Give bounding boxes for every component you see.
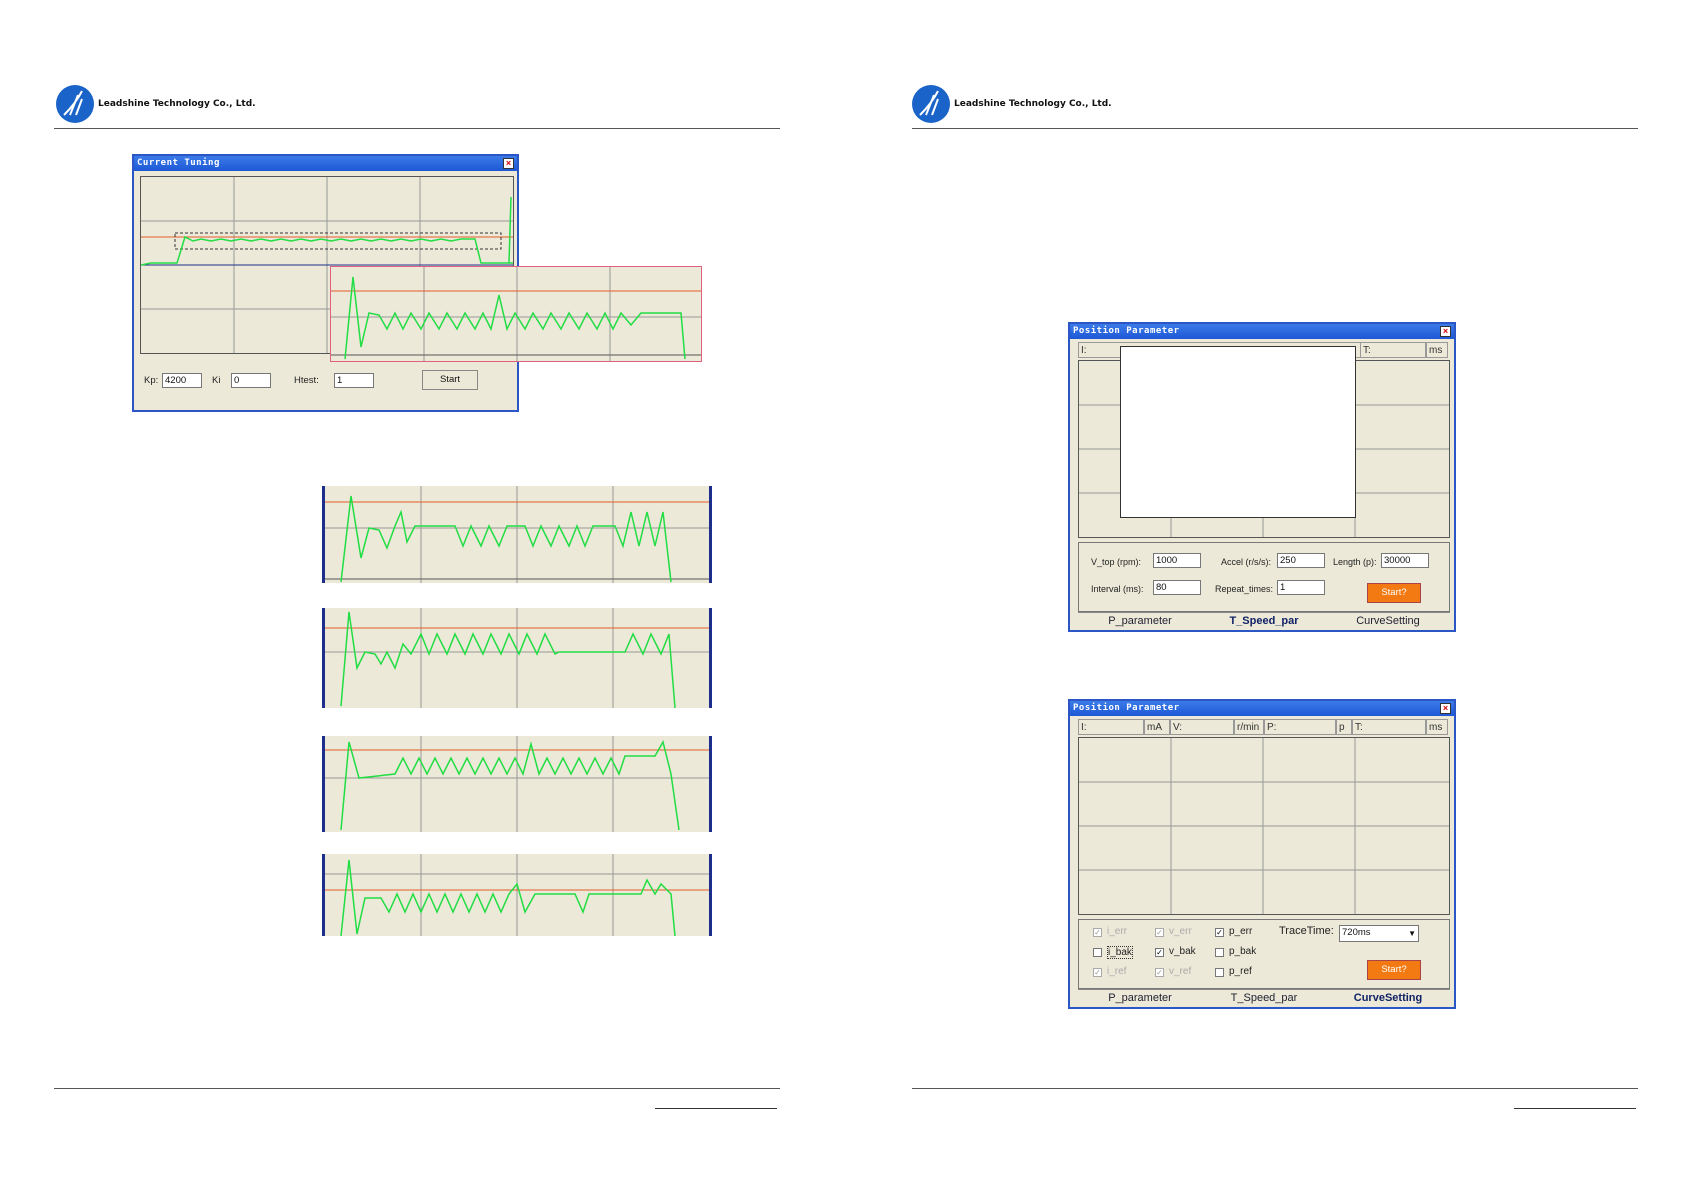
length-input[interactable]: 30000 [1381,553,1429,568]
check-i-ref[interactable]: ✓ [1093,968,1102,977]
start-button[interactable]: Start? [1367,583,1421,603]
close-icon[interactable]: × [1440,326,1451,337]
interval-input[interactable]: 80 [1153,580,1201,595]
label-i-bak: i_bak [1107,946,1133,959]
window-title: Position Parameter [1070,324,1454,339]
check-v-bak[interactable]: ✓ [1155,948,1164,957]
label-i-err: i_err [1107,926,1128,937]
length-label: Length (p): [1333,557,1377,567]
close-icon[interactable]: × [1440,703,1451,714]
readout-header: I: mA V: r/min P: p T: ms [1078,719,1448,737]
company-name: Leadshine Technology Co., Ltd. [98,99,256,109]
repeat-label: Repeat_times: [1215,584,1274,594]
leadshine-logo-icon [56,85,94,123]
check-p-ref[interactable] [1215,968,1224,977]
zoom-plot-svg [331,267,701,361]
readout-rmin: r/min [1234,719,1264,735]
readout-ma: mA [1144,719,1170,735]
close-icon[interactable]: × [503,158,514,169]
window-title: Position Parameter [1070,701,1454,716]
leadshine-logo-icon [912,85,950,123]
header-rule [54,128,780,129]
accel-input[interactable]: 250 [1277,553,1325,568]
tab-p-parameter[interactable]: P_parameter [1078,612,1202,628]
readout-t: T: [1352,719,1426,735]
curve-setting-panel: ✓ i_err ✓ v_err ✓ p_err TraceTime: 720ms… [1078,919,1450,989]
check-p-err[interactable]: ✓ [1215,928,1224,937]
ki-label: Ki [212,375,221,386]
position-parameter-window-2: Position Parameter × I: mA V: r/min P: p… [1068,699,1456,1009]
accel-label: Accel (r/s/s): [1221,557,1272,567]
readout-i: I: [1078,719,1144,735]
tab-curve-setting[interactable]: CurveSetting [1326,612,1450,628]
start-button[interactable]: Start? [1367,960,1421,980]
readout-p: P: [1264,719,1336,735]
company-name: Leadshine Technology Co., Ltd. [954,99,1112,109]
interval-label: Interval (ms): [1091,584,1144,594]
footer-rule [54,1088,780,1089]
blank-overlay-panel [1120,346,1356,518]
header-rule [912,128,1638,129]
readout-t: T: [1360,342,1426,358]
vtop-label: V_top (rpm): [1091,557,1142,567]
kp-label: Kp: [144,375,159,386]
trace-plot [1078,737,1450,915]
tracetime-label: TraceTime: [1279,925,1334,937]
htest-label: Htest: [294,375,319,386]
tab-curve-setting[interactable]: CurveSetting [1326,989,1450,1005]
check-i-bak[interactable] [1093,948,1102,957]
repeat-input[interactable]: 1 [1277,580,1325,595]
left-page: Leadshine Technology Co., Ltd. Current T… [0,0,842,1190]
label-p-ref: p_ref [1229,966,1252,977]
vtop-input[interactable]: 1000 [1153,553,1201,568]
window-title: Current Tuning [134,156,517,171]
tab-p-parameter[interactable]: P_parameter [1078,989,1202,1005]
company-logo: Leadshine Technology Co., Ltd. [912,85,1112,123]
tab-t-speed-par[interactable]: T_Speed_par [1202,612,1326,628]
waveform-strip-2 [322,608,712,709]
tab-t-speed-par[interactable]: T_Speed_par [1202,989,1326,1005]
check-p-bak[interactable] [1215,948,1224,957]
tracetime-select[interactable]: 720ms ▼ [1339,925,1419,942]
check-v-err[interactable]: ✓ [1155,928,1164,937]
waveform-strip-1 [322,486,712,583]
chevron-down-icon: ▼ [1408,929,1416,938]
label-p-err: p_err [1229,926,1253,937]
waveform-strip-4 [322,854,712,937]
start-button[interactable]: Start [422,370,478,390]
position-parameter-window-1: Position Parameter × I: T: ms V_top (rpm… [1068,322,1456,632]
label-v-ref: v_ref [1169,966,1192,977]
footer-short-rule [655,1108,777,1109]
check-i-err[interactable]: ✓ [1093,928,1102,937]
kp-input[interactable]: 4200 [162,373,202,388]
tracetime-value: 720ms [1342,927,1371,938]
zoom-overlay [330,266,702,362]
readout-v: V: [1170,719,1234,735]
readout-ms: ms [1426,342,1448,358]
label-v-bak: v_bak [1169,946,1196,957]
label-i-ref: i_ref [1107,966,1127,977]
ki-input[interactable]: 0 [231,373,271,388]
footer-rule [912,1088,1638,1089]
footer-short-rule [1514,1108,1636,1109]
company-logo: Leadshine Technology Co., Ltd. [56,85,256,123]
param-panel: V_top (rpm): 1000 Accel (r/s/s): 250 Len… [1078,542,1450,612]
htest-input[interactable]: 1 [334,373,374,388]
label-v-err: v_err [1169,926,1192,937]
right-page: Leadshine Technology Co., Ltd. Position … [842,0,1684,1190]
label-p-bak: p_bak [1229,946,1257,957]
check-v-ref[interactable]: ✓ [1155,968,1164,977]
readout-p-unit: p [1336,719,1352,735]
waveform-strip-3 [322,736,712,832]
readout-ms: ms [1426,719,1448,735]
